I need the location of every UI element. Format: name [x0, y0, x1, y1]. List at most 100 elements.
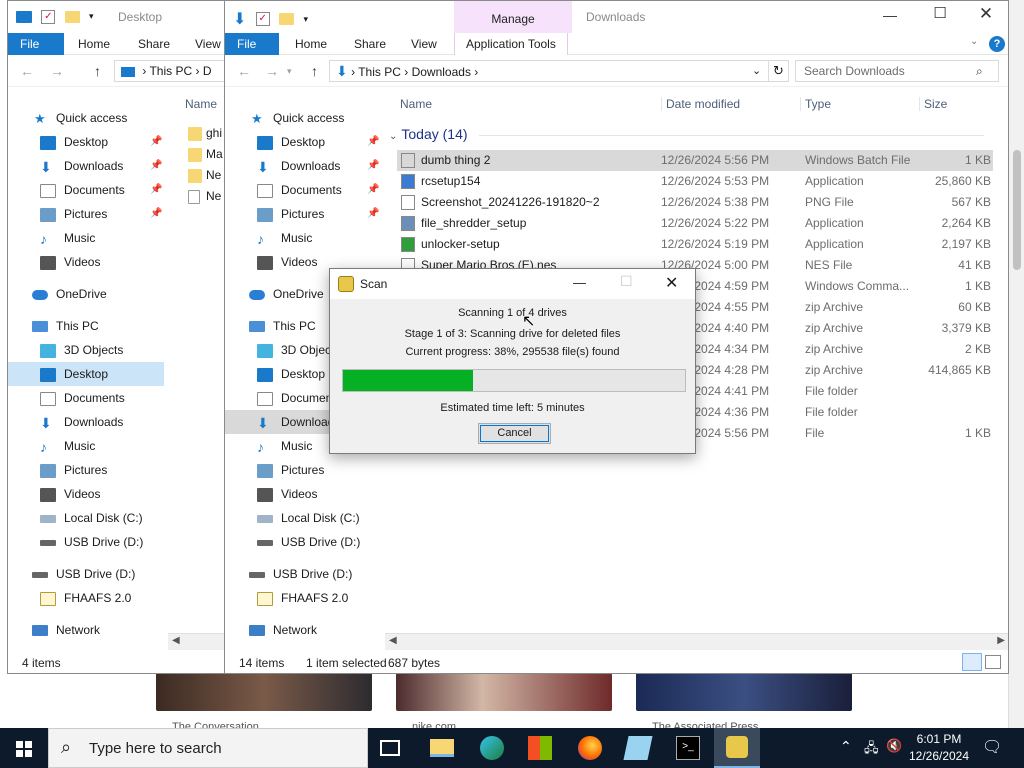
downloads-titlebar[interactable]: ⬇ ✓ ▾ Manage Downloads — ☐ ✕ [225, 1, 1008, 33]
details-view-button[interactable] [962, 653, 982, 671]
manage-contextual-tab[interactable]: Manage [454, 1, 572, 33]
minimize-button[interactable]: — [875, 7, 905, 23]
edge-icon[interactable] [480, 736, 504, 760]
scan-dialog-titlebar[interactable]: Scan — ☐ ✕ [330, 269, 695, 299]
nav-desktop-pc[interactable]: Desktop [8, 362, 164, 386]
nav-usb-drive-d[interactable]: USB Drive (D:) [225, 530, 381, 554]
file-row[interactable]: unlocker-setup 12/26/2024 5:19 PM Applicat… [397, 234, 993, 255]
tab-file[interactable]: File [8, 33, 64, 55]
left-titlebar[interactable]: ✓ ▾ Desktop [8, 1, 238, 33]
tab-view[interactable]: View [400, 33, 448, 55]
pin-icon[interactable]: 📌 [150, 202, 162, 226]
nav-documents[interactable]: Documents 📌 [8, 178, 164, 202]
nav-pictures-pc[interactable]: Pictures [225, 458, 381, 482]
page-scrollbar[interactable] [1008, 0, 1024, 728]
up-arrow-icon[interactable]: ↑ [311, 63, 318, 79]
pin-icon[interactable]: 📌 [150, 130, 162, 154]
ribbon-expand-chevron-icon[interactable]: ⌄ [970, 36, 978, 47]
nav-desktop[interactable]: Desktop 📌 [8, 130, 164, 154]
nav-usb-drive[interactable]: USB Drive (D:) [8, 562, 164, 586]
tab-home[interactable]: Home [67, 33, 121, 55]
nav-usb-drive[interactable]: USB Drive (D:) [225, 562, 381, 586]
pin-icon[interactable]: 📌 [367, 154, 379, 178]
column-name[interactable]: Name [400, 97, 432, 111]
left-file-item[interactable]: Ne [188, 186, 221, 207]
scroll-left-arrow-icon[interactable]: ◀ [172, 635, 180, 646]
nav-downloads-pc[interactable]: ⬇ Downloads [8, 410, 164, 434]
group-collapse-chevron-icon[interactable]: ⌄ [389, 131, 397, 142]
maximize-button[interactable]: ☐ [925, 4, 955, 22]
nav-downloads[interactable]: ⬇ Downloads 📌 [225, 154, 381, 178]
firefox-icon[interactable] [578, 736, 602, 760]
page-scrollbar-thumb[interactable] [1013, 150, 1021, 270]
recent-locations-chevron-icon[interactable]: ▾ [287, 66, 292, 77]
dialog-close-button[interactable]: ✕ [665, 273, 678, 293]
search-downloads-input[interactable]: Search Downloads ⌕ [795, 60, 999, 82]
help-icon[interactable]: ? [989, 36, 1005, 52]
tab-home[interactable]: Home [284, 33, 338, 55]
file-row[interactable]: rcsetup154 12/26/2024 5:53 PM Application 2… [397, 171, 993, 192]
nav-local-disk-c[interactable]: Local Disk (C:) [8, 506, 164, 530]
pin-icon[interactable]: 📌 [367, 130, 379, 154]
nav-videos-pc[interactable]: Videos [225, 482, 381, 506]
nav-music[interactable]: ♪ Music [225, 226, 381, 250]
back-arrow-icon[interactable]: ← [237, 63, 251, 79]
nav-desktop[interactable]: Desktop 📌 [225, 130, 381, 154]
file-explorer-icon[interactable] [430, 739, 454, 757]
close-button[interactable]: ✕ [971, 4, 1001, 24]
address-segment-this-pc[interactable]: This PC [358, 65, 401, 79]
nav-quick-access[interactable]: ★ Quick access [8, 106, 164, 130]
nav-videos-pc[interactable]: Videos [8, 482, 164, 506]
cancel-button[interactable]: Cancel [478, 423, 551, 444]
nav-local-disk-c[interactable]: Local Disk (C:) [225, 506, 381, 530]
nav-pictures[interactable]: Pictures 📌 [225, 202, 381, 226]
tray-clock[interactable]: 6:01 PM 12/26/2024 [906, 731, 972, 765]
file-row[interactable]: file_shredder_setup 12/26/2024 5:22 PM App… [397, 213, 993, 234]
tab-application-tools[interactable]: Application Tools [454, 33, 568, 55]
task-view-icon[interactable] [380, 740, 400, 756]
scroll-right-arrow-icon[interactable]: ▶ [997, 635, 1005, 646]
nav-videos[interactable]: Videos [8, 250, 164, 274]
left-column-name[interactable]: Name [185, 97, 217, 111]
column-type[interactable]: Type [800, 97, 831, 111]
news-image-1[interactable] [156, 673, 372, 711]
pin-icon[interactable]: 📌 [367, 202, 379, 226]
address-segment-d[interactable]: D [203, 64, 212, 78]
nav-music[interactable]: ♪ Music [8, 226, 164, 250]
volume-muted-icon[interactable]: 🔇 [886, 738, 902, 754]
news-image-2[interactable] [396, 673, 612, 711]
nav-pictures[interactable]: Pictures 📌 [8, 202, 164, 226]
nav-downloads[interactable]: ⬇ Downloads 📌 [8, 154, 164, 178]
nav-network[interactable]: Network [8, 618, 164, 642]
taskbar-search-box[interactable]: ⌕ Type here to search [48, 728, 368, 768]
nav-3d-objects[interactable]: 3D Objects [8, 338, 164, 362]
downloads-address-bar[interactable]: ⬇ › This PC › Downloads › ⌄ ↻ [329, 60, 789, 82]
nav-documents-pc[interactable]: Documents [8, 386, 164, 410]
pin-icon[interactable]: 📌 [150, 154, 162, 178]
large-icons-view-button[interactable] [985, 655, 1001, 669]
file-row[interactable]: dumb thing 2 12/26/2024 5:56 PM Windows Ba… [397, 150, 993, 171]
start-button[interactable] [0, 728, 48, 768]
column-size[interactable]: Size [919, 97, 947, 111]
notepad-icon[interactable] [623, 736, 653, 760]
notifications-icon[interactable]: 🗨 [982, 737, 1002, 757]
nav-music-pc[interactable]: ♪ Music [8, 434, 164, 458]
network-tray-icon[interactable]: 🖧 [864, 739, 879, 761]
pin-icon[interactable]: 📌 [367, 178, 379, 202]
scroll-left-arrow-icon[interactable]: ◀ [389, 635, 397, 646]
address-segment-downloads[interactable]: Downloads [412, 65, 471, 79]
left-address-bar[interactable]: › This PC › D [114, 60, 238, 82]
nav-onedrive[interactable]: OneDrive [8, 282, 164, 306]
left-file-item[interactable]: Ne [188, 165, 221, 186]
nav-usb-drive-d[interactable]: USB Drive (D:) [8, 530, 164, 554]
column-date-modified[interactable]: Date modified [661, 97, 740, 111]
address-dropdown-icon[interactable]: ⌄ [752, 61, 761, 81]
properties-icon[interactable]: ✓ [255, 12, 270, 26]
new-folder-icon[interactable] [64, 10, 80, 23]
group-header-today[interactable]: ⌄ Today (14) [389, 126, 985, 142]
tab-share[interactable]: Share [343, 33, 397, 55]
new-folder-icon[interactable] [279, 13, 295, 25]
qat-dropdown-icon[interactable]: ▾ [303, 14, 308, 25]
tab-file[interactable]: File [225, 33, 279, 55]
back-arrow-icon[interactable]: ← [20, 63, 34, 79]
